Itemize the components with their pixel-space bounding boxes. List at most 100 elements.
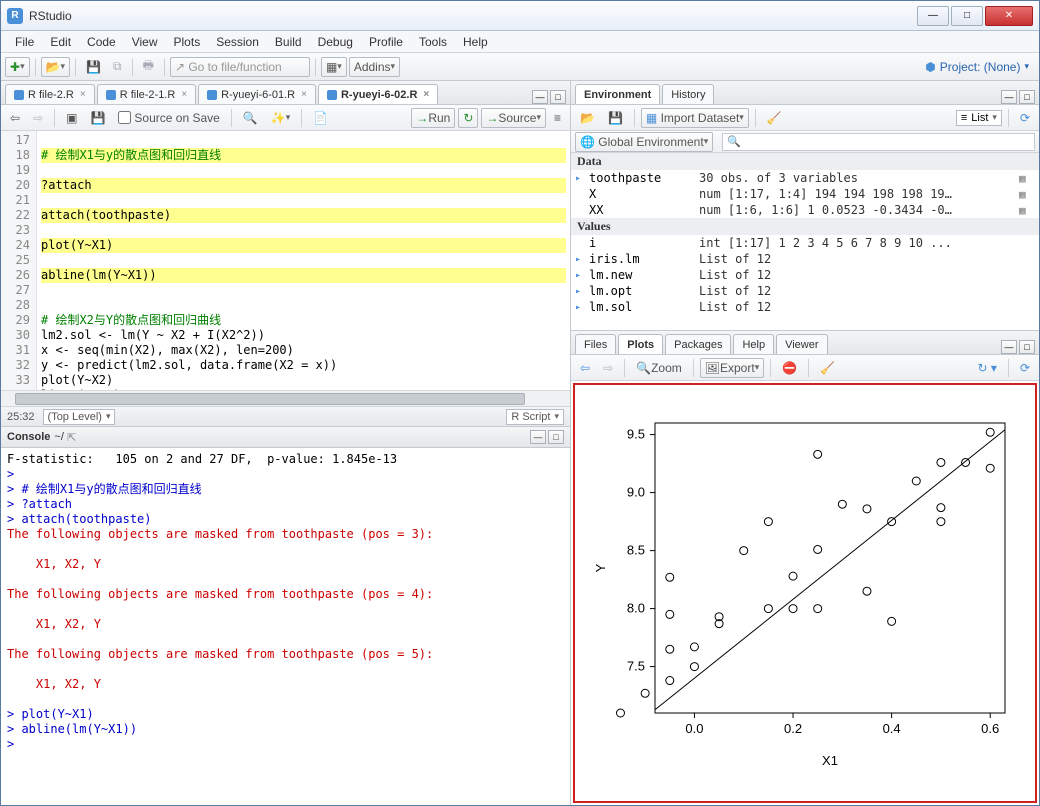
- close-icon[interactable]: ×: [80, 89, 86, 100]
- source-on-save-check[interactable]: Source on Save: [113, 108, 224, 128]
- minimize-pane-icon[interactable]: —: [1001, 340, 1017, 354]
- close-icon[interactable]: ×: [423, 89, 429, 100]
- menu-plots[interactable]: Plots: [166, 33, 209, 51]
- env-list[interactable]: Data▸toothpaste30 obs. of 3 variables▦ X…: [571, 153, 1039, 330]
- minimize-pane-icon[interactable]: —: [532, 90, 548, 104]
- list-view-select[interactable]: ≡ List: [956, 110, 1002, 126]
- menu-session[interactable]: Session: [208, 33, 267, 51]
- cursor-pos: 25:32: [7, 411, 35, 423]
- maximize-pane-icon[interactable]: □: [1019, 340, 1035, 354]
- menu-build[interactable]: Build: [267, 33, 310, 51]
- lang-select[interactable]: R Script: [506, 409, 564, 425]
- addins-button[interactable]: Addins: [349, 57, 400, 77]
- save-button[interactable]: 💾: [81, 57, 106, 77]
- env-toolbar: 📂 💾 ▦ Import Dataset 🧹 ≡ List ⟳: [571, 105, 1039, 131]
- env-scope-select[interactable]: 🌐 Global Environment: [575, 132, 713, 152]
- source-button[interactable]: →Source: [481, 108, 546, 128]
- project-menu[interactable]: ⬢Project: (None)▾: [919, 60, 1035, 74]
- remove-plot-icon[interactable]: ⛔: [777, 358, 802, 378]
- menu-tools[interactable]: Tools: [411, 33, 455, 51]
- tab-viewer[interactable]: Viewer: [776, 334, 827, 354]
- clear-ws-icon[interactable]: 🧹: [762, 108, 787, 128]
- export-button[interactable]: 🖼 Export: [700, 358, 764, 378]
- clear-plots-icon[interactable]: 🧹: [815, 358, 840, 378]
- new-file-button[interactable]: ✚: [5, 57, 30, 77]
- forward-icon[interactable]: ⇨: [28, 108, 48, 128]
- tab-history[interactable]: History: [662, 84, 714, 104]
- import-dataset-button[interactable]: ▦ Import Dataset: [641, 108, 749, 128]
- close-icon[interactable]: ×: [181, 89, 187, 100]
- run-button[interactable]: →Run: [411, 108, 455, 128]
- minimize-pane-icon[interactable]: —: [1001, 90, 1017, 104]
- menu-edit[interactable]: Edit: [42, 33, 79, 51]
- notebook-icon[interactable]: 📄: [308, 108, 333, 128]
- load-ws-icon[interactable]: 📂: [575, 108, 600, 128]
- menubar: File Edit Code View Plots Session Build …: [1, 31, 1039, 53]
- app-icon: R: [7, 8, 23, 24]
- menu-debug[interactable]: Debug: [310, 33, 361, 51]
- tab-environment[interactable]: Environment: [575, 84, 660, 104]
- scatter-plot: 0.00.20.40.67.58.08.59.09.5X1Y: [585, 403, 1025, 783]
- open-file-button[interactable]: 📂: [41, 57, 70, 77]
- save-all-button[interactable]: ⧉: [108, 57, 127, 77]
- close-button[interactable]: ✕: [985, 6, 1033, 26]
- refresh-icon[interactable]: ⟳: [1015, 108, 1035, 128]
- zoom-button[interactable]: 🔍 Zoom: [631, 358, 687, 378]
- prev-plot-icon[interactable]: ⇦: [575, 358, 595, 378]
- maximize-pane-icon[interactable]: □: [1019, 90, 1035, 104]
- save-ws-icon[interactable]: 💾: [603, 108, 628, 128]
- env-search-input[interactable]: 🔍: [722, 133, 1035, 151]
- svg-text:0.2: 0.2: [784, 721, 802, 736]
- publish-icon[interactable]: ⟳: [1015, 358, 1035, 378]
- plots-toolbar: ⇦ ⇨ 🔍 Zoom 🖼 Export ⛔ 🧹 ↻ ▾ ⟳: [571, 355, 1039, 381]
- svg-text:X1: X1: [822, 753, 838, 768]
- find-icon[interactable]: 🔍: [238, 108, 263, 128]
- tab-files[interactable]: Files: [575, 334, 616, 354]
- console-header: Console~/ ⇱ —□: [1, 426, 570, 448]
- rerun-button[interactable]: ↻: [458, 108, 478, 128]
- menu-code[interactable]: Code: [79, 33, 124, 51]
- console[interactable]: F-statistic: 105 on 2 and 27 DF, p-value…: [1, 448, 570, 805]
- maximize-button[interactable]: □: [951, 6, 983, 26]
- print-button[interactable]: 🖶: [138, 57, 159, 77]
- env-tabs: Environment History —□: [571, 81, 1039, 105]
- next-plot-icon[interactable]: ⇨: [598, 358, 618, 378]
- tab-packages[interactable]: Packages: [665, 334, 731, 354]
- grid-button[interactable]: ▦: [321, 57, 347, 77]
- svg-text:Y: Y: [593, 563, 608, 572]
- save-icon[interactable]: 💾: [85, 108, 110, 128]
- back-icon[interactable]: ⇦: [5, 108, 25, 128]
- code-editor[interactable]: 17181920212223242526272829303132333435 #…: [1, 131, 570, 390]
- goto-file-input[interactable]: ↗ Go to file/function: [170, 57, 310, 77]
- svg-text:0.4: 0.4: [883, 721, 901, 736]
- outline-icon[interactable]: ≡: [549, 108, 566, 128]
- svg-text:0.6: 0.6: [981, 721, 999, 736]
- tab-help[interactable]: Help: [733, 334, 774, 354]
- maximize-pane-icon[interactable]: □: [548, 430, 564, 444]
- refresh-plot-icon[interactable]: ↻ ▾: [973, 358, 1002, 378]
- scope-select[interactable]: (Top Level): [43, 409, 116, 425]
- minimize-button[interactable]: —: [917, 6, 949, 26]
- menu-help[interactable]: Help: [455, 33, 496, 51]
- titlebar: R RStudio — □ ✕: [1, 1, 1039, 31]
- svg-text:0.0: 0.0: [685, 721, 703, 736]
- tab-file-2-1[interactable]: R file-2-1.R×: [97, 84, 196, 104]
- window-title: RStudio: [29, 9, 915, 23]
- minimize-pane-icon[interactable]: —: [530, 430, 546, 444]
- svg-text:7.5: 7.5: [627, 659, 645, 674]
- maximize-pane-icon[interactable]: □: [550, 90, 566, 104]
- tab-plots[interactable]: Plots: [618, 334, 663, 354]
- popout-icon[interactable]: ▣: [61, 108, 82, 128]
- svg-text:9.5: 9.5: [627, 427, 645, 442]
- tab-file-2[interactable]: R file-2.R×: [5, 84, 95, 104]
- close-icon[interactable]: ×: [301, 89, 307, 100]
- wand-icon[interactable]: ✨: [266, 108, 295, 128]
- menu-file[interactable]: File: [7, 33, 42, 51]
- tab-yueyi-6-02[interactable]: R-yueyi-6-02.R×: [318, 84, 438, 104]
- svg-text:9.0: 9.0: [627, 485, 645, 500]
- tab-yueyi-6-01[interactable]: R-yueyi-6-01.R×: [198, 84, 316, 104]
- popout-icon[interactable]: ⇱: [67, 431, 76, 444]
- menu-view[interactable]: View: [124, 33, 166, 51]
- h-scrollbar[interactable]: [1, 390, 570, 406]
- menu-profile[interactable]: Profile: [361, 33, 411, 51]
